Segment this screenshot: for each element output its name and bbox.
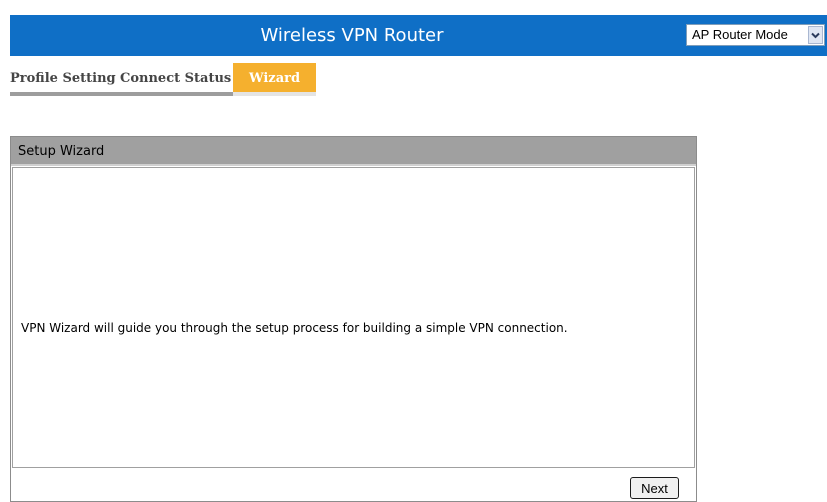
tab-label: Connect Status — [120, 71, 232, 86]
app-header: Wireless VPN Router AP Router Mode — [10, 15, 827, 56]
panel-body: VPN Wizard will guide you through the se… — [12, 167, 695, 468]
setup-wizard-panel: Setup Wizard VPN Wizard will guide you t… — [10, 136, 697, 502]
router-mode-select[interactable]: AP Router Mode — [686, 24, 825, 46]
next-button[interactable]: Next — [630, 477, 679, 499]
panel-title: Setup Wizard — [18, 144, 105, 159]
app-title: Wireless VPN Router — [260, 25, 444, 46]
tab-label: Profile Setting — [10, 71, 116, 86]
tab-connect-status[interactable]: Connect Status — [120, 63, 233, 96]
tab-label: Wizard — [249, 71, 301, 86]
panel-header: Setup Wizard — [11, 137, 696, 166]
router-mode-value: AP Router Mode — [692, 27, 788, 42]
chevron-down-icon — [811, 32, 820, 38]
tab-wizard[interactable]: Wizard — [233, 63, 316, 96]
tab-profile-setting[interactable]: Profile Setting — [10, 63, 120, 96]
dropdown-button[interactable] — [808, 26, 823, 44]
wizard-description: VPN Wizard will guide you through the se… — [21, 321, 568, 335]
